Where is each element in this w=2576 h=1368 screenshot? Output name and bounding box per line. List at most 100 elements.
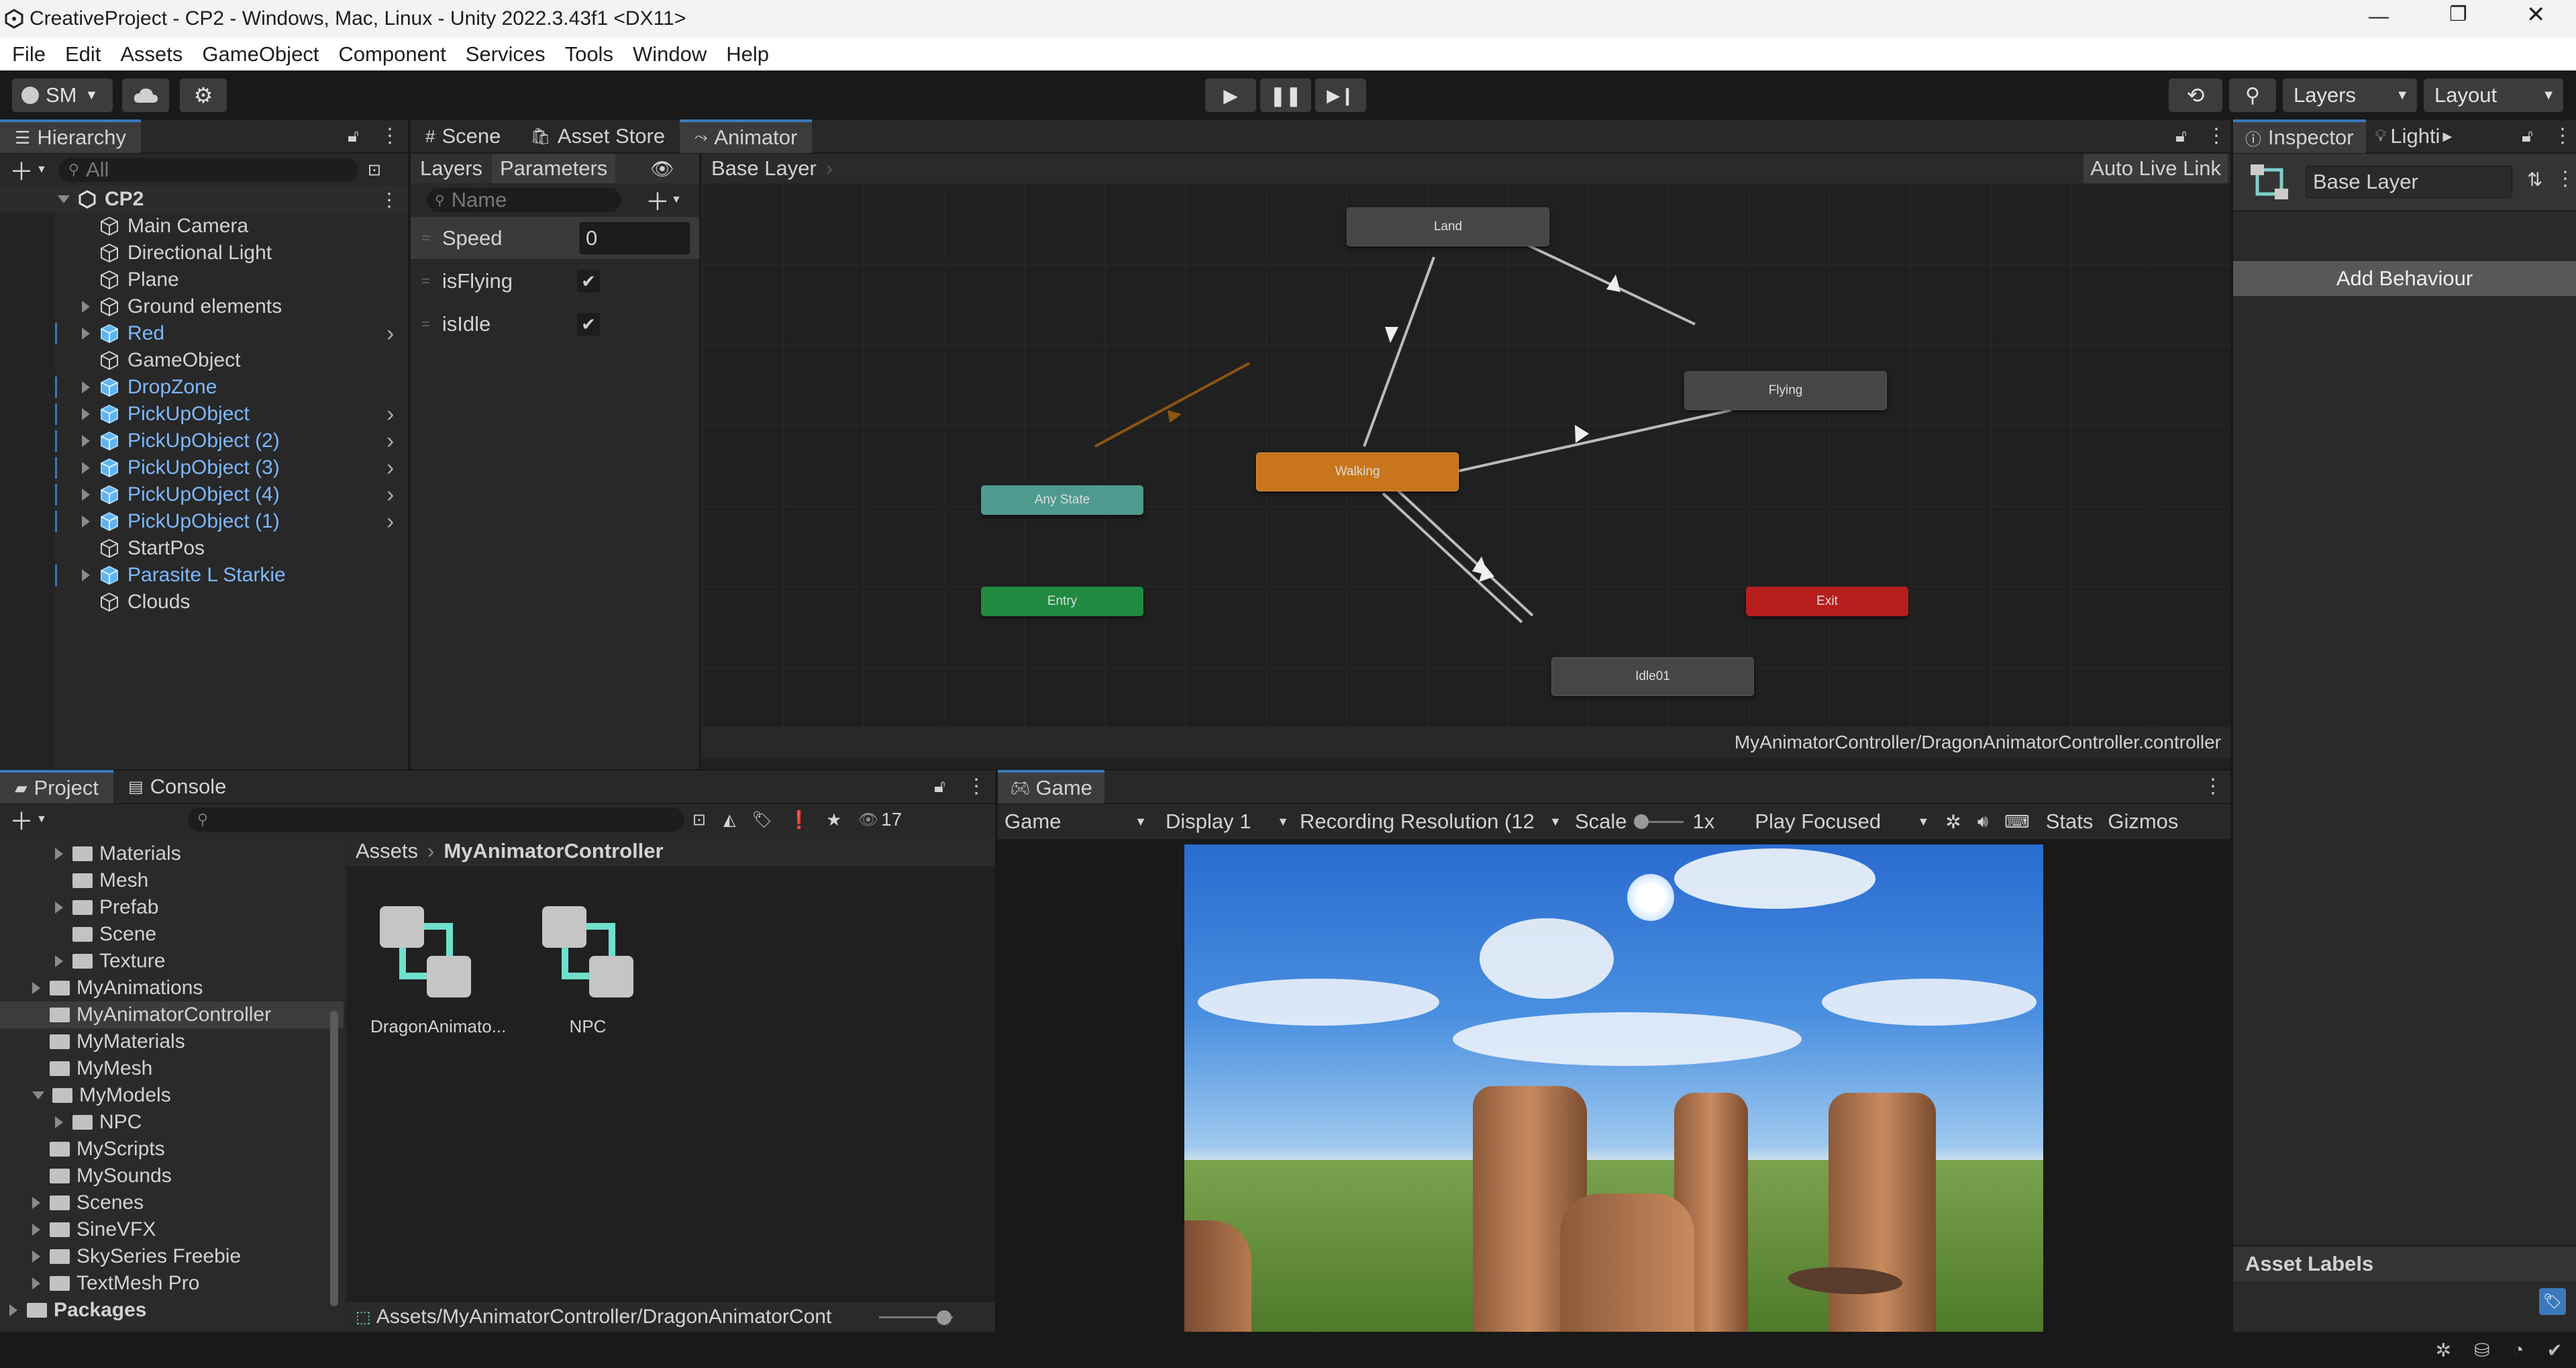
play-button[interactable]: ▶ bbox=[1205, 79, 1256, 112]
speed-value-field[interactable]: 0 bbox=[580, 222, 690, 254]
hierarchy-item[interactable]: PickUpObject (4) › bbox=[0, 481, 408, 508]
tab-game[interactable]: 🎮︎ Game bbox=[998, 770, 1104, 803]
state-walking[interactable]: Walking bbox=[1256, 452, 1459, 491]
expand-arrow-icon[interactable] bbox=[82, 435, 90, 447]
add-parameter-button[interactable]: ＋ bbox=[646, 183, 670, 217]
layer-name-field[interactable]: Base Layer bbox=[2306, 166, 2512, 198]
lock-icon[interactable]: 🔓︎ bbox=[2522, 126, 2533, 147]
open-prefab-chevron-icon[interactable]: › bbox=[387, 321, 394, 347]
debug-icon[interactable]: ✲ bbox=[2436, 1339, 2451, 1361]
slider-thumb[interactable] bbox=[1633, 814, 1649, 829]
progress-icon[interactable]: ◔ bbox=[2513, 1339, 2524, 1361]
more-options-icon[interactable]: ⋮ bbox=[966, 775, 986, 798]
tab-lighting[interactable]: 💡︎ Lighti ▶ bbox=[2366, 119, 2462, 153]
breadcrumb-base-layer[interactable]: Base Layer bbox=[711, 156, 817, 181]
menu-edit[interactable]: Edit bbox=[65, 42, 101, 66]
favorite-star-icon[interactable]: ★ bbox=[826, 810, 841, 830]
settings-sliders-icon[interactable]: ⇅ bbox=[2527, 168, 2542, 191]
drag-handle-icon[interactable]: = bbox=[421, 273, 430, 290]
more-options-icon[interactable]: ⋮ bbox=[380, 124, 400, 148]
tab-parameters[interactable]: Parameters bbox=[492, 154, 616, 183]
expand-arrow-icon[interactable] bbox=[82, 462, 90, 474]
pause-button[interactable]: ❚❚ bbox=[1260, 79, 1311, 112]
expand-arrow-icon[interactable] bbox=[32, 1251, 40, 1263]
folder-tree-item[interactable]: MySounds bbox=[0, 1163, 344, 1189]
hierarchy-item[interactable]: StartPos bbox=[0, 535, 408, 562]
lock-icon[interactable]: 🔓︎ bbox=[934, 776, 945, 797]
folder-tree-item[interactable]: Materials bbox=[0, 840, 344, 867]
asset-item[interactable]: DragonAnimato... bbox=[370, 897, 506, 1037]
keyboard-icon[interactable]: ⌨ bbox=[2004, 812, 2030, 832]
more-options-icon[interactable]: ⋮ bbox=[2206, 124, 2226, 148]
hierarchy-item[interactable]: Red › bbox=[0, 320, 408, 347]
minimize-button[interactable]: — bbox=[2369, 5, 2389, 28]
hierarchy-item[interactable]: PickUpObject › bbox=[0, 401, 408, 428]
layers-dropdown[interactable]: Layers ▼ bbox=[2283, 79, 2417, 112]
drag-handle-icon[interactable]: = bbox=[421, 315, 430, 333]
breadcrumb-assets[interactable]: Assets bbox=[356, 839, 418, 863]
folder-tree-item[interactable]: SkySeries Freebie bbox=[0, 1243, 344, 1270]
folder-tree-item[interactable]: MyModels bbox=[0, 1082, 344, 1109]
scene-row[interactable]: CP2 ⋮ bbox=[0, 186, 408, 213]
tab-scene[interactable]: # Scene bbox=[411, 119, 515, 153]
drag-handle-icon[interactable]: = bbox=[421, 230, 430, 247]
search-button[interactable]: ⚲ bbox=[2229, 79, 2276, 112]
folder-tree-item[interactable]: MyScripts bbox=[0, 1136, 344, 1163]
label-filter-icon[interactable]: 🏷︎ bbox=[752, 810, 772, 830]
history-button[interactable]: ⟲ bbox=[2169, 79, 2222, 112]
scale-slider[interactable] bbox=[1633, 814, 1684, 829]
scene-visibility-icon[interactable]: ⊡ bbox=[368, 160, 381, 180]
warning-filter-icon[interactable]: ❗ bbox=[788, 810, 810, 830]
add-behaviour-button[interactable]: Add Behaviour bbox=[2233, 261, 2576, 296]
tab-layers[interactable]: Layers bbox=[411, 156, 492, 181]
folder-tree-item[interactable]: TextMesh Pro bbox=[0, 1270, 344, 1297]
collab-settings-button[interactable]: ⚙ bbox=[180, 79, 227, 112]
cache-server-icon[interactable]: ⛁ bbox=[2474, 1339, 2489, 1361]
hierarchy-item[interactable]: Main Camera bbox=[0, 213, 408, 240]
state-exit[interactable]: Exit bbox=[1746, 587, 1908, 616]
menu-component[interactable]: Component bbox=[338, 42, 446, 66]
expand-arrow-icon[interactable] bbox=[32, 1277, 40, 1289]
expand-arrow-icon[interactable] bbox=[82, 381, 90, 393]
state-flying[interactable]: Flying bbox=[1684, 371, 1887, 410]
more-options-icon[interactable]: ⋮ bbox=[2203, 775, 2223, 798]
layout-dropdown[interactable]: Layout ▼ bbox=[2424, 79, 2563, 112]
collapse-arrow-icon[interactable] bbox=[58, 195, 70, 203]
expand-arrow-icon[interactable] bbox=[32, 1224, 40, 1236]
cloud-button[interactable] bbox=[122, 79, 169, 112]
filter-type-icon[interactable]: ◭ bbox=[723, 810, 735, 830]
more-options-icon[interactable]: ⋮ bbox=[2555, 167, 2575, 191]
expand-arrow-icon[interactable] bbox=[32, 1197, 40, 1209]
folder-tree-item[interactable]: Mesh bbox=[0, 867, 344, 894]
folder-tree-item[interactable]: Prefab bbox=[0, 894, 344, 921]
resolution-dropdown[interactable]: Recording Resolution (12 ▼ bbox=[1300, 810, 1568, 834]
parameter-row[interactable]: = Speed 0 bbox=[411, 217, 699, 260]
folder-tree-item[interactable]: MyMesh bbox=[0, 1055, 344, 1082]
expand-arrow-icon[interactable] bbox=[32, 982, 40, 994]
open-prefab-chevron-icon[interactable]: › bbox=[387, 455, 394, 481]
tab-hierarchy[interactable]: ☰ Hierarchy bbox=[0, 119, 141, 153]
expand-arrow-icon[interactable] bbox=[82, 516, 90, 528]
isidle-checkbox[interactable]: ✔ bbox=[577, 312, 600, 336]
check-icon[interactable]: ✔ bbox=[2547, 1339, 2563, 1361]
gizmos-button[interactable]: Gizmos bbox=[2108, 810, 2178, 834]
folder-tree-item[interactable]: MyAnimatorController bbox=[0, 1001, 344, 1028]
game-view-render[interactable] bbox=[1184, 844, 2043, 1332]
display-dropdown[interactable]: Display 1 ▼ bbox=[1166, 810, 1293, 834]
expand-arrow-icon[interactable] bbox=[82, 489, 90, 501]
search-by-type-icon[interactable]: ⊡ bbox=[692, 810, 706, 830]
tab-console[interactable]: ▤ Console bbox=[113, 770, 241, 803]
breadcrumb-current-folder[interactable]: MyAnimatorController bbox=[444, 839, 663, 863]
folder-tree-item[interactable]: Scene bbox=[0, 921, 344, 948]
hierarchy-search-input[interactable]: ⚲ All bbox=[58, 158, 358, 182]
animator-graph[interactable]: Land Flying Walking Any State Entry Exit… bbox=[702, 183, 2230, 727]
slider-thumb[interactable] bbox=[937, 1310, 951, 1325]
collapse-arrow-icon[interactable] bbox=[32, 1091, 44, 1100]
parameter-search-input[interactable]: ⚲ Name bbox=[427, 188, 621, 212]
asset-item[interactable]: NPC bbox=[533, 897, 643, 1037]
menu-assets[interactable]: Assets bbox=[120, 42, 183, 66]
tab-asset-store[interactable]: 🛍︎ Asset Store bbox=[515, 119, 680, 153]
expand-arrow-icon[interactable] bbox=[9, 1304, 17, 1316]
expand-arrow-icon[interactable] bbox=[55, 1116, 63, 1128]
state-idle[interactable]: Idle01 bbox=[1551, 657, 1754, 696]
